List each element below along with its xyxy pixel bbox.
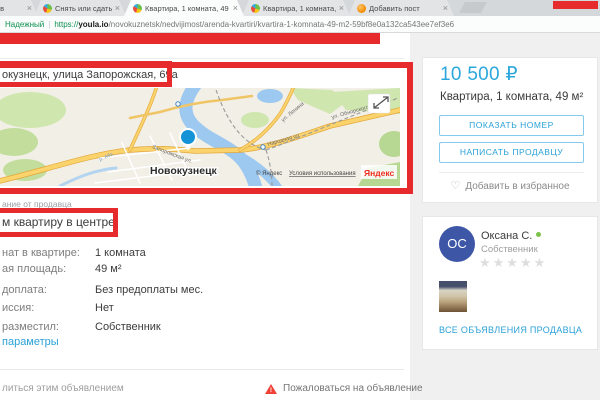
- param-value-posted-by: Собственник: [95, 321, 161, 333]
- youla-favicon-icon: [43, 4, 52, 13]
- param-label-rooms: нат в квартире:: [2, 247, 80, 259]
- tab-title: — Нов: [0, 4, 24, 13]
- tab-2[interactable]: Снять или сдать кварти ×: [34, 0, 126, 16]
- tab-5[interactable]: Добавить пост ×: [348, 0, 454, 16]
- close-icon[interactable]: ×: [339, 4, 344, 13]
- seller-listing-thumbnail[interactable]: [439, 281, 467, 312]
- write-seller-button[interactable]: НАПИСАТЬ ПРОДАВЦУ: [439, 142, 584, 163]
- heart-icon: ♡: [450, 180, 460, 192]
- param-label-area: ая площадь:: [2, 263, 66, 275]
- annotation-box-description: [0, 208, 118, 237]
- param-value-prepayment: Без предоплаты мес.: [95, 284, 203, 296]
- seller-type: Собственник: [481, 244, 538, 255]
- param-value-rooms: 1 комната: [95, 247, 146, 259]
- seller-card: ОС Оксана С. Собственник ★★★★★ ВСЕ ОБЪЯВ…: [422, 216, 598, 350]
- close-icon[interactable]: ×: [443, 4, 448, 13]
- all-params-link[interactable]: параметры: [2, 336, 59, 348]
- close-icon[interactable]: ×: [115, 4, 120, 13]
- browser-window: — Нов × Снять или сдать кварти × Квартир…: [0, 0, 600, 400]
- favorite-label: Добавить в избранное: [465, 181, 569, 192]
- tab-1-partial[interactable]: — Нов ×: [0, 0, 38, 16]
- url-scheme: https://: [54, 20, 78, 29]
- tab-4[interactable]: Квартира, 1 комната, 3 ×: [242, 0, 350, 16]
- security-badge: Надежный: [5, 20, 44, 29]
- header-divider: [0, 58, 404, 59]
- listing-subtitle: Квартира, 1 комната, 49 м²: [440, 91, 583, 103]
- all-seller-ads-link[interactable]: ВСЕ ОБЪЯВЛЕНИЯ ПРОДАВЦА: [439, 325, 582, 335]
- tab-3-active[interactable]: Квартира, 1 комната, 49 ×: [124, 0, 244, 16]
- avatar[interactable]: ОС: [439, 226, 475, 262]
- price-card: 10 500 ₽ Квартира, 1 комната, 49 м² ПОКА…: [422, 57, 598, 203]
- annotation-box-address: [0, 61, 172, 87]
- new-tab-button[interactable]: [459, 2, 487, 13]
- url-domain: youla.io: [78, 20, 108, 29]
- youla-favicon-icon: [133, 4, 142, 13]
- ok-favicon-icon: [357, 4, 366, 13]
- tab-title: Снять или сдать кварти: [55, 4, 112, 13]
- show-number-button[interactable]: ПОКАЗАТЬ НОМЕР: [439, 115, 584, 136]
- param-value-area: 49 м²: [95, 263, 122, 275]
- url-separator: |: [48, 20, 50, 29]
- seller-name: Оксана С.: [481, 230, 541, 242]
- listing-price: 10 500 ₽: [440, 63, 518, 86]
- card-divider: [439, 172, 584, 173]
- param-value-commission: Нет: [95, 302, 114, 314]
- online-status-dot: [536, 232, 541, 237]
- tab-title: Добавить пост: [369, 4, 440, 13]
- param-label-prepayment: доплата:: [2, 284, 47, 296]
- report-listing-link[interactable]: Пожаловаться на объявление: [283, 383, 423, 394]
- share-listing-label: литься этим объявлением: [2, 383, 124, 394]
- address-bar[interactable]: Надежный | https://youla.io/novokuznetsk…: [0, 16, 600, 33]
- tab-bar: — Нов × Снять или сдать кварти × Квартир…: [0, 0, 600, 16]
- youla-favicon-icon: [251, 4, 260, 13]
- section-divider: [0, 369, 404, 370]
- close-icon[interactable]: ×: [233, 4, 238, 13]
- close-icon[interactable]: ×: [27, 4, 32, 13]
- rating-stars-icon: ★★★★★: [479, 255, 547, 271]
- url-path: /novokuznetsk/nedvijimost/arenda-kvartir…: [109, 20, 455, 29]
- add-to-favorites-button[interactable]: ♡ Добавить в избранное: [423, 179, 597, 192]
- param-label-posted-by: разместил:: [2, 321, 59, 333]
- param-label-commission: иссия:: [2, 302, 34, 314]
- tab-title: Квартира, 1 комната, 3: [263, 4, 336, 13]
- redaction-bar-site-header: [0, 33, 380, 44]
- redaction-bar-top-right: [553, 1, 598, 9]
- tab-title: Квартира, 1 комната, 49: [145, 4, 230, 13]
